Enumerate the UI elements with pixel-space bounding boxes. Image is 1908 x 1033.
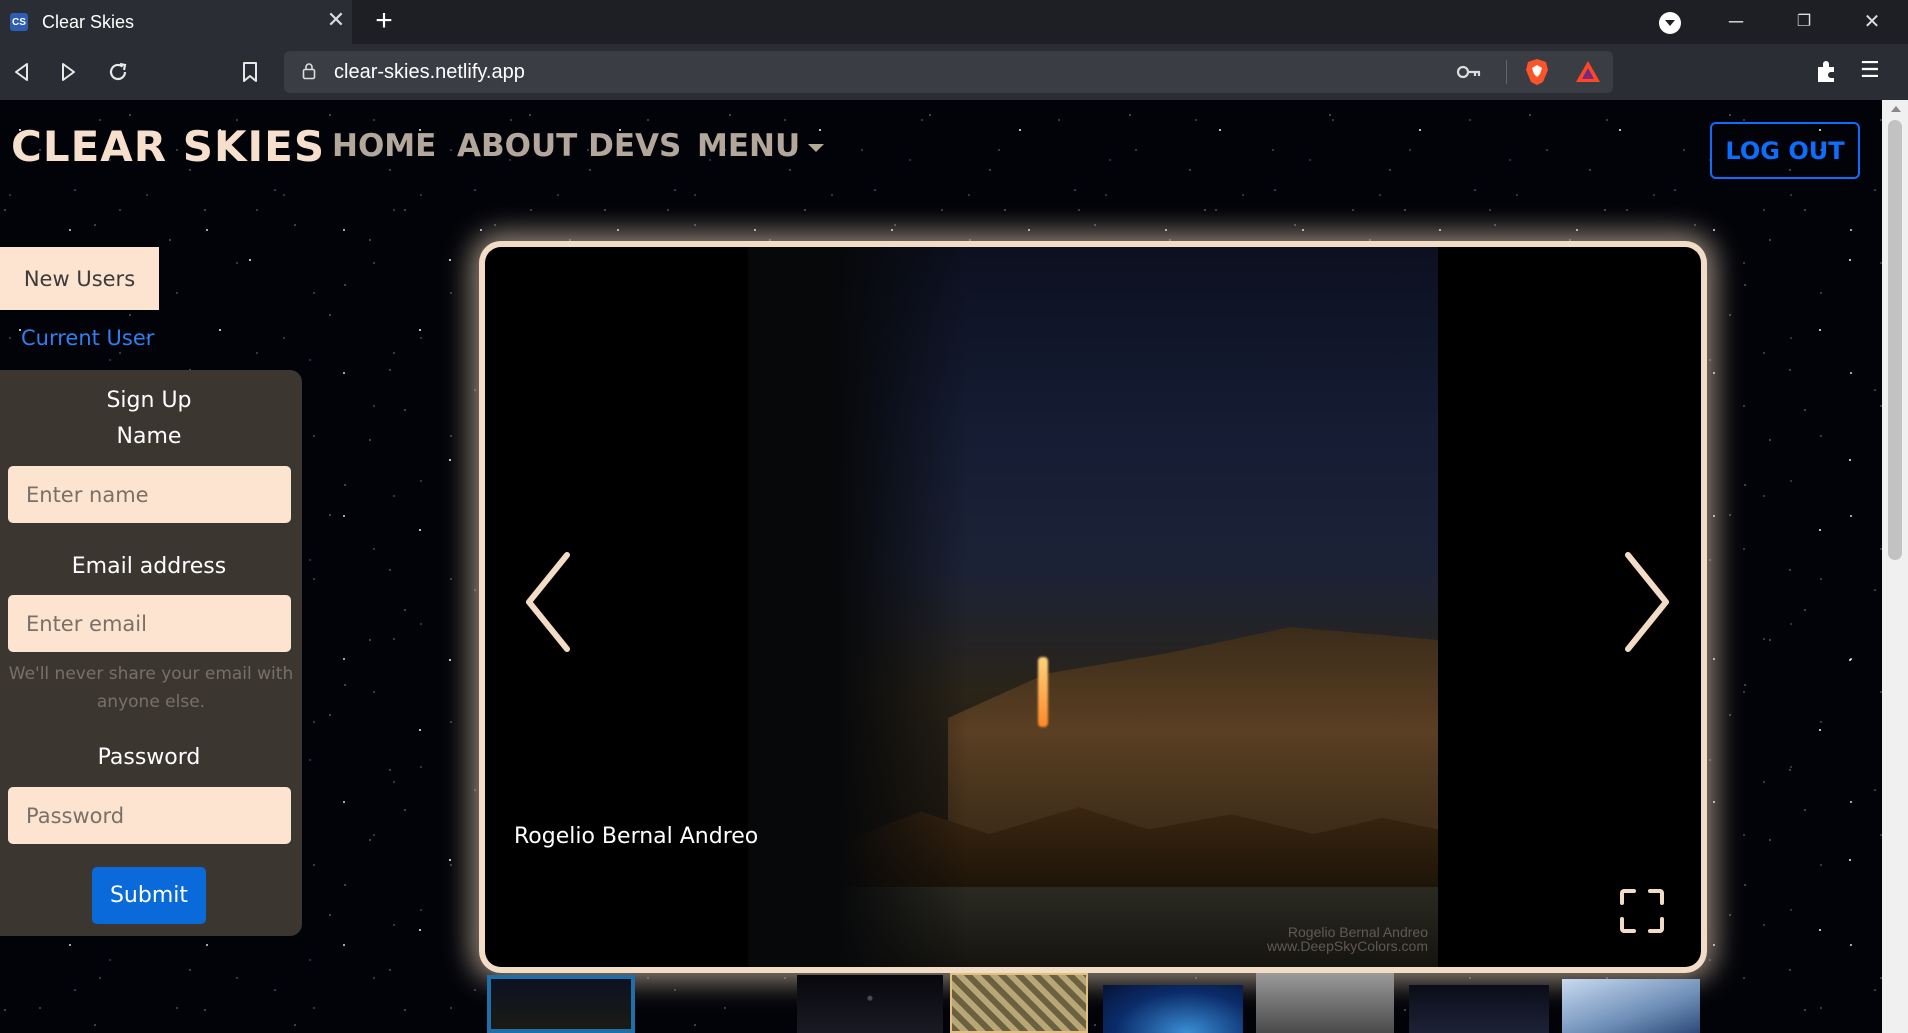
browser-tab[interactable]: CS Clear Skies ✕	[0, 0, 352, 44]
password-input[interactable]	[8, 787, 291, 844]
email-help-text: We'll never share your email with anyone…	[8, 664, 294, 712]
watermark-line-2: www.DeepSkyColors.com	[1266, 938, 1428, 954]
caret-down-icon	[808, 143, 825, 152]
browser-toolbar: clear-skies.netlify.app ☰	[0, 44, 1908, 100]
carousel-caption: Rogelio Bernal Andreo	[514, 824, 759, 849]
url-text[interactable]: clear-skies.netlify.app	[334, 61, 525, 84]
photo-trees	[748, 247, 968, 967]
thumbnail[interactable]	[1409, 985, 1549, 1033]
brave-shield-icon[interactable]	[1524, 58, 1550, 86]
email-input[interactable]	[8, 595, 291, 652]
reload-icon[interactable]	[100, 54, 136, 90]
new-tab-icon[interactable]: +	[368, 6, 400, 38]
password-label: Password	[97, 745, 201, 770]
tab-current-user[interactable]: Current User	[21, 326, 154, 350]
carousel-prev-icon[interactable]	[515, 547, 585, 657]
fullscreen-icon[interactable]	[1618, 887, 1666, 935]
lock-icon	[302, 63, 316, 80]
brand-logo[interactable]: CLEAR SKIES	[11, 122, 325, 171]
signup-form: Sign Up Name Email address We'll never s…	[0, 370, 302, 936]
photo-firefall	[1038, 657, 1048, 727]
email-label: Email address	[71, 554, 227, 579]
window-close-icon[interactable]: ✕	[1852, 6, 1892, 38]
browser-tabbar: CS Clear Skies ✕ + ─ ❐ ✕	[0, 0, 1908, 44]
tab-new-users[interactable]: New Users	[0, 247, 159, 310]
nav-menu-dropdown[interactable]: MENU	[697, 128, 825, 164]
thumbnail[interactable]	[487, 975, 635, 1033]
thumbnail[interactable]	[1562, 979, 1700, 1033]
name-input[interactable]	[8, 466, 291, 523]
hamburger-menu-icon[interactable]: ☰	[1860, 58, 1886, 84]
image-carousel: Rogelio Bernal Andreo www.DeepSkyColors.…	[485, 247, 1701, 967]
page-scrollbar[interactable]	[1882, 100, 1908, 1033]
url-separator	[1506, 60, 1507, 84]
tab-close-icon[interactable]: ✕	[323, 8, 349, 34]
scroll-up-icon[interactable]	[1891, 106, 1901, 112]
profile-menu-icon[interactable]	[1659, 12, 1681, 34]
minimize-icon[interactable]: ─	[1716, 6, 1756, 38]
address-bar[interactable]: clear-skies.netlify.app	[284, 51, 1613, 93]
photo-watermark: Rogelio Bernal Andreo www.DeepSkyColors.…	[1248, 925, 1428, 953]
watermark-line-1: Rogelio Bernal Andreo	[1287, 924, 1428, 940]
nav-home-link[interactable]: HOME	[332, 128, 436, 164]
submit-button[interactable]: Submit	[92, 867, 206, 924]
thumbnail[interactable]	[950, 973, 1088, 1033]
name-label: Name	[116, 424, 182, 449]
thumbnail[interactable]	[1256, 973, 1394, 1033]
bookmark-icon[interactable]	[232, 54, 268, 90]
page-background: CLEAR SKIES HOME ABOUT DEVS MENU LOG OUT…	[0, 100, 1882, 1033]
tab-title: Clear Skies	[42, 12, 135, 32]
bat-rewards-icon[interactable]	[1574, 59, 1602, 85]
forward-icon[interactable]	[50, 54, 86, 90]
nav-menu-label: MENU	[697, 128, 801, 164]
extensions-icon[interactable]	[1814, 58, 1840, 84]
carousel-next-icon[interactable]	[1610, 547, 1680, 657]
signup-title: Sign Up	[106, 388, 192, 413]
back-icon[interactable]	[4, 54, 40, 90]
logout-button[interactable]: LOG OUT	[1710, 122, 1860, 179]
key-icon[interactable]	[1456, 62, 1482, 82]
restore-icon[interactable]: ❐	[1784, 6, 1824, 38]
nav-about-devs-link[interactable]: ABOUT DEVS	[457, 128, 681, 164]
thumbnail-strip	[485, 973, 1701, 1033]
thumbnail[interactable]	[1103, 985, 1243, 1033]
carousel-photo: Rogelio Bernal Andreo www.DeepSkyColors.…	[748, 247, 1438, 967]
thumbnail[interactable]	[797, 975, 943, 1033]
favicon-icon: CS	[10, 13, 28, 31]
scrollbar-thumb[interactable]	[1888, 120, 1902, 560]
